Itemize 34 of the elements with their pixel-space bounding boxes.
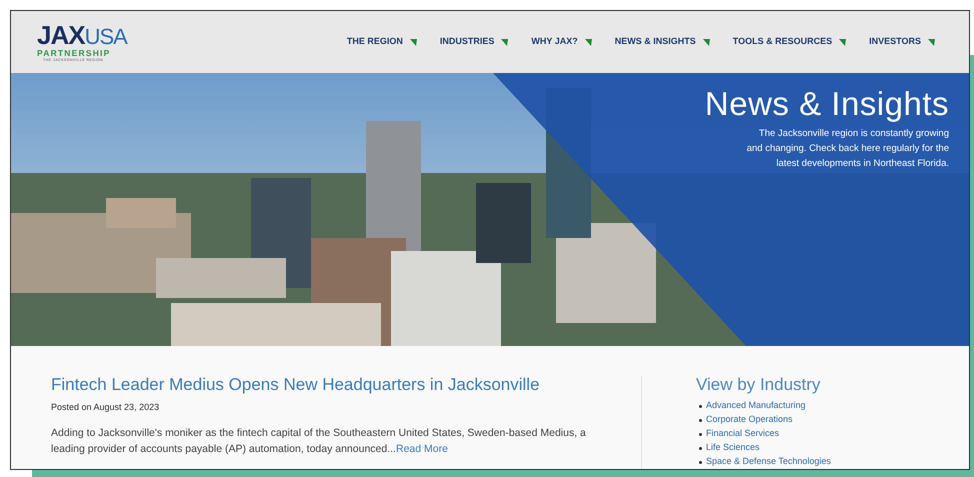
logo-brand-suffix: USA — [84, 26, 127, 48]
logo-brand: JAX — [37, 22, 85, 48]
bullet-icon — [699, 404, 702, 408]
industry-link[interactable]: Financial Services — [706, 427, 780, 441]
nav-link[interactable]: THE REGION — [346, 35, 417, 49]
triangle-icon — [702, 38, 710, 46]
nav-link[interactable]: NEWS & INSIGHTS — [614, 35, 710, 49]
industry-link[interactable]: Space & Defense Technologies — [706, 455, 831, 469]
triangle-icon — [410, 38, 417, 46]
bullet-icon — [699, 418, 702, 422]
article-date: Posted on August 23, 2023 — [51, 401, 160, 414]
hero-description-line: latest developments in Northeast Florida. — [776, 157, 949, 171]
industry-link[interactable]: Life Sciences — [706, 441, 760, 455]
logo-subtitle: PARTNERSHIP — [37, 48, 112, 57]
bullet-icon — [699, 432, 702, 436]
sidebar-title: View by Industry — [696, 376, 822, 393]
read-more-link[interactable]: Read More — [396, 442, 448, 454]
nav-link[interactable]: INDUSTRIES — [440, 35, 508, 49]
article-title-link[interactable]: Fintech Leader Medius Opens New Headquarters in Jacksonville — [51, 376, 621, 393]
industry-link[interactable]: Advanced Manufacturing — [706, 399, 806, 413]
article-excerpt: Adding to Jacksonville's moniker as the fintech capital of the Southeastern United States, Sweden-based Medius, a leading provider of accounts payable (AP) automation, today announced...Read More — [51, 426, 586, 456]
triangle-icon — [928, 38, 935, 46]
hero-title: News & Insights — [704, 87, 949, 120]
triangle-icon — [584, 38, 592, 46]
bullet-icon — [699, 446, 702, 450]
nav-link[interactable]: WHY JAX? — [531, 35, 592, 49]
bullet-icon — [699, 460, 702, 464]
triangle-icon — [501, 38, 508, 46]
nav-link[interactable]: TOOLS & RESOURCES — [732, 35, 846, 49]
triangle-icon — [839, 38, 846, 46]
nav-link[interactable]: INVESTORS — [869, 35, 935, 49]
industry-link[interactable]: Corporate Operations — [706, 413, 793, 427]
hero-description-line: The Jacksonville region is constantly growing — [758, 127, 949, 141]
hero-description-line: and changing. Check back here regularly for the — [746, 142, 949, 156]
